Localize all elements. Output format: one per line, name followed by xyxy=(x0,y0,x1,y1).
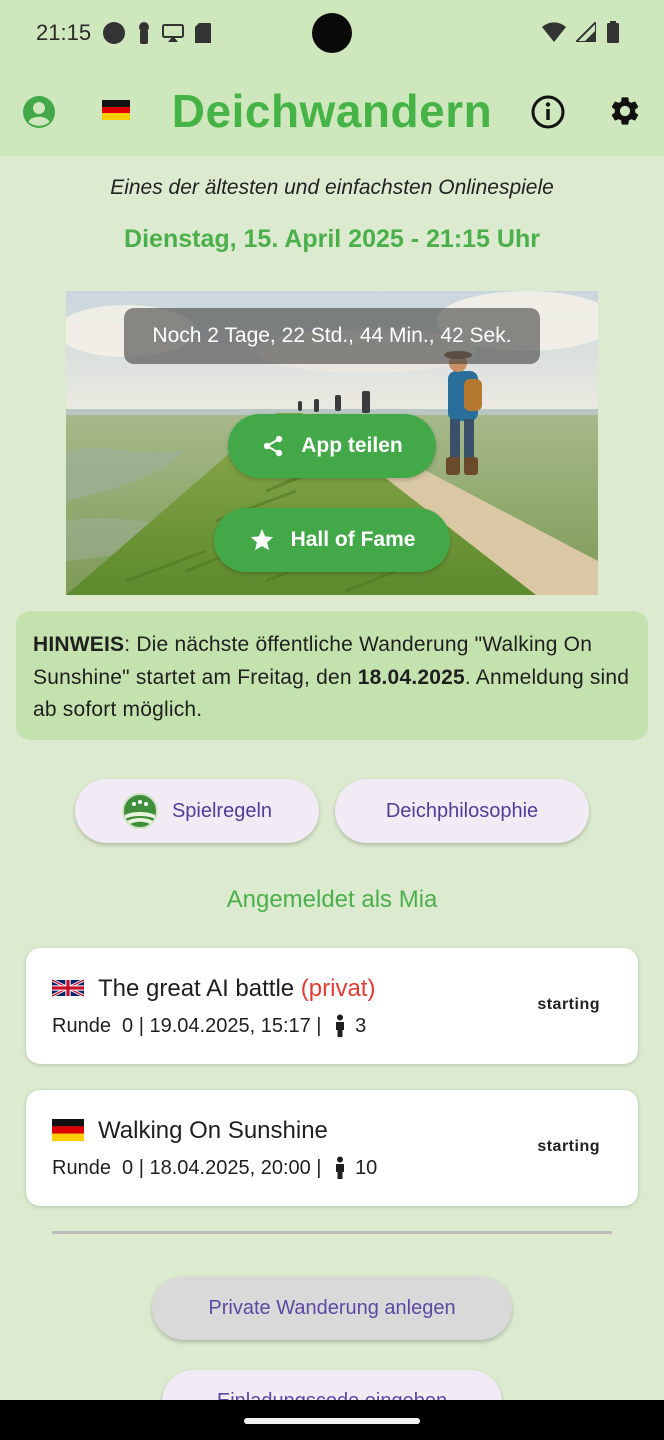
current-datetime: Dienstag, 15. April 2025 - 21:15 Uhr xyxy=(124,225,540,253)
player-count: 10 xyxy=(355,1156,378,1179)
philosophy-button[interactable]: Deichphilosophie xyxy=(335,779,589,843)
status-system-icons xyxy=(542,21,620,43)
create-private-hike-button[interactable]: Private Wanderung anlegen xyxy=(152,1276,512,1340)
star-icon xyxy=(250,528,273,551)
game-status: starting xyxy=(537,996,600,1013)
divider xyxy=(52,1231,612,1234)
notice-date: 18.04.2025 xyxy=(357,665,465,689)
circle-notification-icon xyxy=(103,22,125,44)
status-time: 21:15 xyxy=(36,20,92,45)
status-bar: 21:15 xyxy=(0,0,664,70)
rules-label: Spielregeln xyxy=(171,799,273,822)
home-gesture-handle[interactable] xyxy=(244,1418,420,1424)
notice-banner: HINWEIS: Die nächste öffentliche Wanderu… xyxy=(16,611,648,740)
wifi-icon xyxy=(542,22,566,42)
signal-icon xyxy=(576,22,596,42)
battery-icon xyxy=(607,21,619,43)
share-app-label: App teilen xyxy=(301,434,403,457)
person-icon xyxy=(336,1156,345,1179)
game-name: The great AI battle xyxy=(98,975,295,1002)
game-round-date: Runde 0 | 19.04.2025, 15:17 | xyxy=(52,1014,328,1037)
share-app-button[interactable]: App teilen xyxy=(228,414,436,478)
info-icon[interactable] xyxy=(530,94,566,130)
game-meta: Runde 0 | 19.04.2025, 15:17 | 3 xyxy=(52,1014,366,1038)
share-icon xyxy=(264,435,283,457)
status-notification-icons xyxy=(102,21,212,45)
game-name: Walking On Sunshine xyxy=(98,1117,328,1144)
logged-in-status: Angemeldet als Mia xyxy=(226,886,438,913)
tagline: Eines der ältesten und einfachsten Onlin… xyxy=(110,176,554,199)
philosophy-label: Deichphilosophie xyxy=(385,799,539,822)
key-notification-icon xyxy=(139,22,149,44)
navigation-bar xyxy=(0,1400,664,1440)
rules-button[interactable]: Spielregeln xyxy=(75,779,319,843)
private-tag: (privat) xyxy=(300,975,376,1002)
sd-card-icon xyxy=(195,23,211,43)
app-bar: Deichwandern xyxy=(0,70,664,156)
hall-of-fame-button[interactable]: Hall of Fame xyxy=(214,508,450,572)
uk-flag-icon xyxy=(52,978,84,998)
game-title: The great AI battle (privat) xyxy=(98,975,375,1003)
person-icon xyxy=(336,1014,345,1037)
rules-logo-icon xyxy=(121,793,158,829)
gear-icon[interactable] xyxy=(608,94,642,128)
cast-icon xyxy=(162,24,184,42)
german-flag-icon xyxy=(52,1119,84,1141)
player-count: 3 xyxy=(355,1014,367,1037)
game-card[interactable]: The great AI battle (privat) Runde 0 | 1… xyxy=(26,948,638,1064)
game-title: Walking On Sunshine xyxy=(98,1117,328,1145)
camera-cutout xyxy=(312,13,352,53)
game-card[interactable]: Walking On Sunshine Runde 0 | 18.04.2025… xyxy=(26,1090,638,1206)
hall-of-fame-label: Hall of Fame xyxy=(290,528,416,551)
game-round-date: Runde 0 | 18.04.2025, 20:00 | xyxy=(52,1156,328,1179)
countdown-timer: Noch 2 Tage, 22 Std., 44 Min., 42 Sek. xyxy=(124,308,540,364)
game-meta: Runde 0 | 18.04.2025, 20:00 | 10 xyxy=(52,1156,377,1180)
notice-label: HINWEIS xyxy=(33,633,125,656)
game-status: starting xyxy=(537,1138,600,1155)
